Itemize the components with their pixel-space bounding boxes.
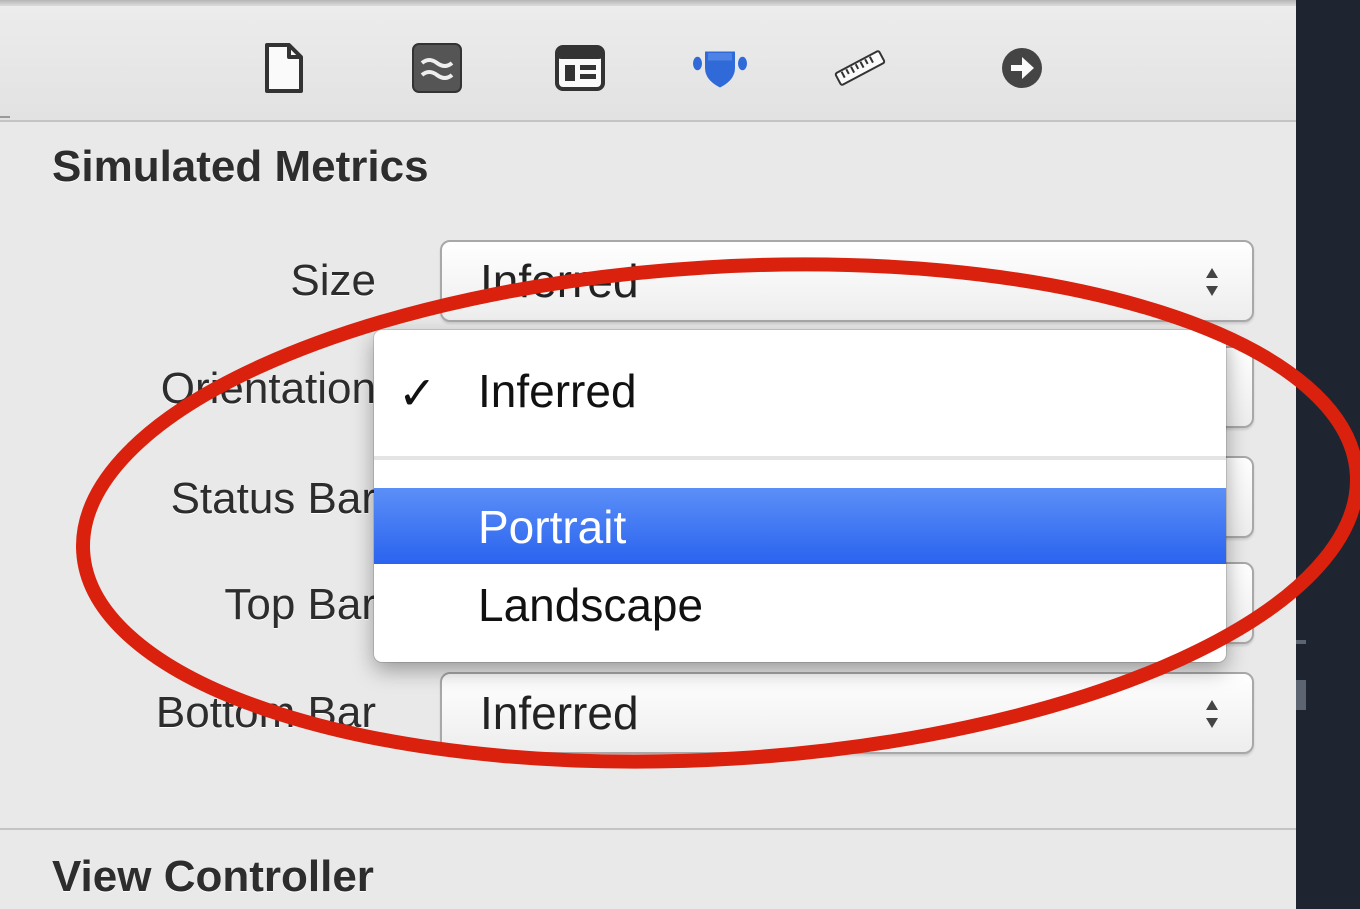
top-bar-label: Top Bar [224,580,376,629]
popup-arrows-icon [1206,268,1218,296]
connections-inspector-icon[interactable] [992,38,1052,98]
checkmark-icon: ✓ [398,367,437,419]
size-popup-value: Inferred [480,255,639,307]
canvas-edge-mark [1296,680,1306,710]
bottom-bar-label: Bottom Bar [155,688,376,737]
quick-help-icon[interactable] [407,38,467,98]
canvas-edge-mark [1296,640,1306,644]
section-divider [0,828,1296,830]
attributes-inspector-panel: Simulated Metrics Size Inferred Orientat… [0,0,1296,909]
toolbar-left-tick [0,116,10,118]
menu-item-inferred[interactable]: ✓ Inferred [374,352,1226,428]
size-label: Size [290,256,376,305]
status-bar-label: Status Bar [170,474,376,523]
menu-separator [374,456,1226,460]
popup-arrows-icon [1206,700,1218,728]
bottom-bar-popup-button[interactable]: Inferred [440,672,1254,754]
size-popup-button[interactable]: Inferred [440,240,1254,322]
bottom-bar-popup-value: Inferred [480,687,639,739]
view-controller-title: View Controller [52,852,374,901]
simulated-metrics-title: Simulated Metrics [52,142,429,191]
menu-item-portrait[interactable]: Portrait [374,488,1226,564]
menu-item-label: Landscape [478,579,704,631]
menu-item-label: Portrait [478,501,627,553]
identity-inspector-icon[interactable] [550,38,610,98]
menu-item-label: Inferred [478,365,637,417]
orientation-label: Orientation [160,364,376,413]
orientation-dropdown-menu: ✓ Inferred Portrait Landscape [374,330,1226,662]
file-inspector-icon[interactable] [254,38,314,98]
menu-item-landscape[interactable]: Landscape [374,566,1226,642]
editor-canvas-edge [1296,0,1360,909]
size-inspector-icon[interactable] [830,38,890,98]
inspector-toolbar [0,6,1296,122]
attributes-inspector-icon[interactable] [690,38,750,98]
